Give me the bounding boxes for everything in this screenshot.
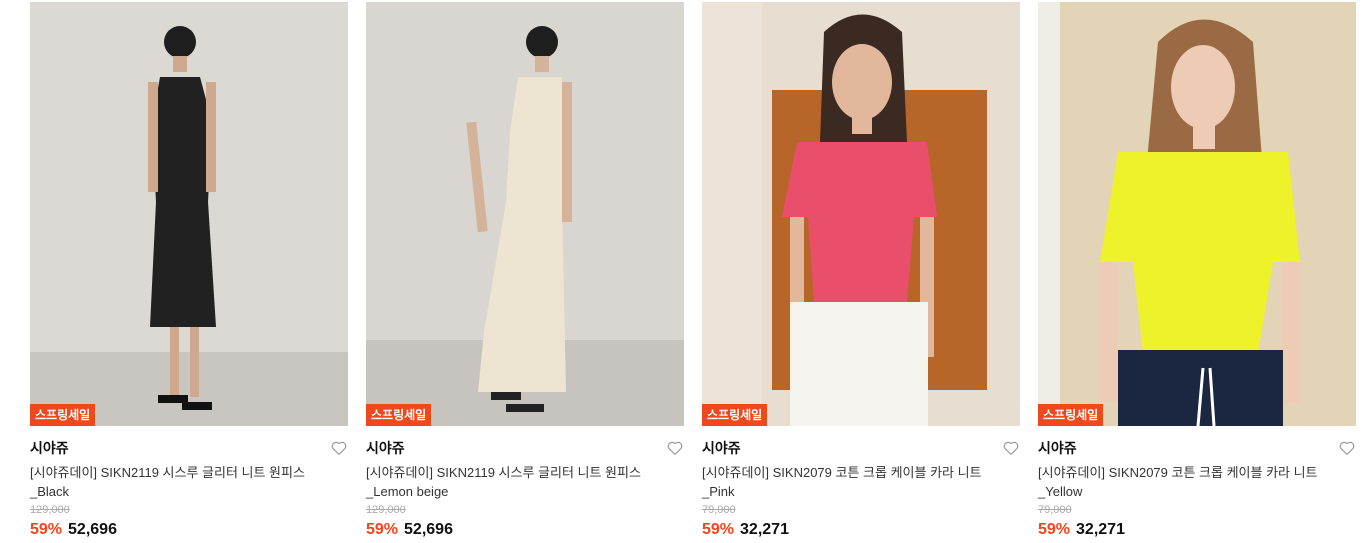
sale-badge: 스프링세일: [702, 404, 768, 426]
brand-row: 시야쥬: [702, 439, 1020, 463]
sale-badge: 스프링세일: [30, 404, 96, 426]
brand-name[interactable]: 시야쥬: [30, 439, 69, 457]
product-title-line2: _Yellow: [1038, 484, 1083, 499]
product-card[interactable]: 스프링세일 시야쥬 [시야쥬데이] SIKN2119 시스루 글리터 니트 원피…: [366, 2, 684, 543]
brand-row: 시야쥬: [366, 439, 684, 463]
product-title-line2: _Lemon beige: [366, 484, 449, 499]
product-title-line2: _Black: [30, 484, 70, 499]
sale-price: 52,696: [68, 521, 117, 538]
product-title[interactable]: [시야쥬데이] SIKN2079 코튼 크롭 케이블 카라 니트 _Pink: [702, 463, 1002, 501]
product-title[interactable]: [시야쥬데이] SIKN2079 코튼 크롭 케이블 카라 니트 _Yellow: [1038, 463, 1338, 501]
product-card[interactable]: 스프링세일 시야쥬 [시야쥬데이] SIKN2079 코튼 크롭 케이블 카라 …: [702, 2, 1020, 543]
brand-name[interactable]: 시야쥬: [1038, 439, 1077, 457]
sale-price: 32,271: [740, 521, 789, 538]
original-price: 79,000: [1038, 504, 1072, 516]
price-row: 59% 32,271: [1038, 520, 1356, 540]
sale-price: 52,696: [404, 521, 453, 538]
product-title[interactable]: [시야쥬데이] SIKN2119 시스루 글리터 니트 원피스 _Black: [30, 463, 330, 501]
sale-price: 32,271: [1076, 521, 1125, 538]
heart-icon[interactable]: [1338, 439, 1356, 457]
product-photo-pink-knit: [702, 2, 1020, 426]
brand-row: 시야쥬: [1038, 439, 1356, 463]
sale-badge: 스프링세일: [1038, 404, 1104, 426]
discount-rate: 59%: [1038, 521, 1071, 538]
discount-rate: 59%: [702, 521, 735, 538]
heart-icon[interactable]: [1002, 439, 1020, 457]
product-title-line1: [시야쥬데이] SIKN2079 코튼 크롭 케이블 카라 니트: [1038, 465, 1318, 480]
heart-icon[interactable]: [330, 439, 348, 457]
product-card[interactable]: 스프링세일 시야쥬 [시야쥬데이] SIKN2119 시스루 글리터 니트 원피…: [30, 2, 348, 543]
brand-name[interactable]: 시야쥬: [702, 439, 741, 457]
product-grid: 스프링세일 시야쥬 [시야쥬데이] SIKN2119 시스루 글리터 니트 원피…: [0, 0, 1364, 543]
brand-row: 시야쥬: [30, 439, 348, 463]
product-title[interactable]: [시야쥬데이] SIKN2119 시스루 글리터 니트 원피스 _Lemon b…: [366, 463, 666, 501]
heart-icon[interactable]: [666, 439, 684, 457]
product-photo-beige-dress: [366, 2, 684, 426]
brand-name[interactable]: 시야쥬: [366, 439, 405, 457]
product-photo-yellow-knit: [1038, 2, 1356, 426]
price-row: 59% 52,696: [30, 520, 348, 540]
original-price: 129,000: [30, 504, 70, 516]
product-image[interactable]: 스프링세일: [366, 2, 684, 426]
original-price: 129,000: [366, 504, 406, 516]
product-title-line1: [시야쥬데이] SIKN2079 코튼 크롭 케이블 카라 니트: [702, 465, 982, 480]
discount-rate: 59%: [366, 521, 399, 538]
sale-badge: 스프링세일: [366, 404, 432, 426]
original-price: 79,000: [702, 504, 736, 516]
product-title-line1: [시야쥬데이] SIKN2119 시스루 글리터 니트 원피스: [30, 465, 305, 480]
discount-rate: 59%: [30, 521, 63, 538]
product-image[interactable]: 스프링세일: [30, 2, 348, 426]
product-title-line1: [시야쥬데이] SIKN2119 시스루 글리터 니트 원피스: [366, 465, 641, 480]
product-card[interactable]: 스프링세일 시야쥬 [시야쥬데이] SIKN2079 코튼 크롭 케이블 카라 …: [1038, 2, 1356, 543]
product-title-line2: _Pink: [702, 484, 735, 499]
price-row: 59% 52,696: [366, 520, 684, 540]
product-photo-black-dress: [30, 2, 348, 426]
price-row: 59% 32,271: [702, 520, 1020, 540]
product-image[interactable]: 스프링세일: [702, 2, 1020, 426]
product-image[interactable]: 스프링세일: [1038, 2, 1356, 426]
